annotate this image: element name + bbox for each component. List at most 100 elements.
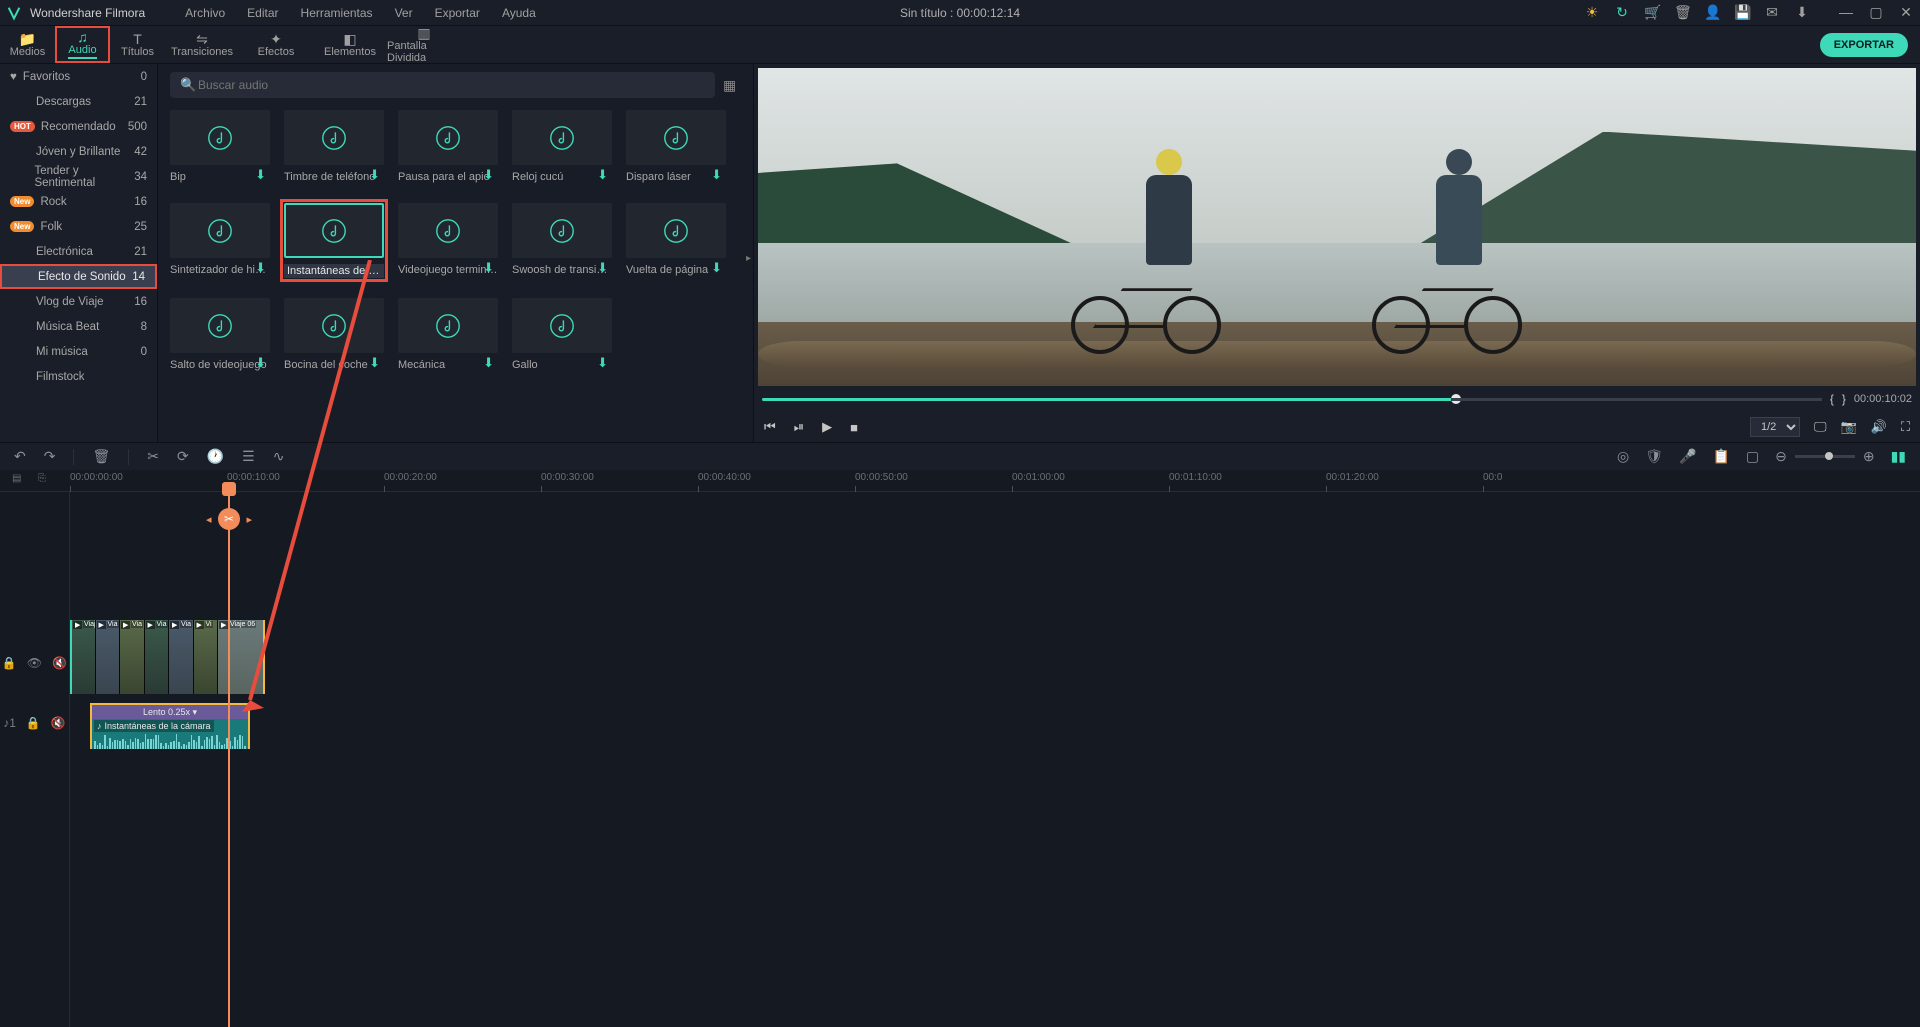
menu-editar[interactable]: Editar: [247, 6, 278, 20]
eye-icon[interactable]: 👁: [27, 656, 42, 670]
audio-track-header[interactable]: ♪1 🔒 🔇: [0, 700, 69, 746]
tab-medios[interactable]: 📁Medios: [0, 26, 55, 63]
sidebar-item-rock[interactable]: NewRock16: [0, 189, 157, 214]
download-icon[interactable]: ⬇: [711, 260, 722, 276]
menu-archivo[interactable]: Archivo: [185, 6, 225, 20]
target-icon[interactable]: ◎: [1617, 448, 1629, 465]
tab-audio[interactable]: ♫Audio: [55, 26, 110, 63]
download-icon[interactable]: ⬇: [597, 167, 608, 183]
sidebar-item-música-beat[interactable]: Música Beat8: [0, 314, 157, 339]
audio-wave-icon[interactable]: ∿: [273, 448, 285, 465]
audio-thumb[interactable]: ⬇: [626, 110, 726, 165]
stop-icon[interactable]: ⏯: [794, 419, 804, 435]
download-icon[interactable]: ⬇: [483, 355, 494, 371]
lock2-icon[interactable]: 🔒: [26, 716, 41, 730]
preview-video[interactable]: [758, 68, 1916, 386]
save-icon[interactable]: 💾: [1734, 4, 1750, 21]
video-clip[interactable]: Via: [95, 620, 120, 694]
sidebar-item-favoritos[interactable]: ♥Favoritos0: [0, 64, 157, 89]
video-clip[interactable]: Viaj: [70, 620, 95, 694]
maximize-icon[interactable]: ▢: [1868, 4, 1884, 21]
audio-thumb[interactable]: ⬇: [512, 110, 612, 165]
redo-icon[interactable]: ↷: [44, 448, 56, 465]
download-icon[interactable]: ⬇: [255, 167, 266, 183]
sidebar-item-recomendado[interactable]: HOTRecomendado500: [0, 114, 157, 139]
delete-icon[interactable]: 🗑: [1674, 4, 1690, 21]
video-track-header[interactable]: 🔒 👁 🔇: [0, 626, 69, 700]
download-icon[interactable]: ⬇: [255, 355, 266, 371]
audio-thumb[interactable]: ⬇: [512, 298, 612, 353]
audio-item[interactable]: ⬇Gallo: [512, 298, 612, 371]
audio-thumb[interactable]: [284, 203, 384, 258]
audio-item[interactable]: ⬇Videojuego terminado: [398, 203, 498, 278]
bracket-in-icon[interactable]: {: [1830, 392, 1834, 406]
zoom-slider[interactable]: [1795, 455, 1855, 458]
volume-icon[interactable]: 🔊: [1871, 419, 1887, 435]
cut-icon[interactable]: ✂: [147, 448, 159, 465]
tab-transiciones[interactable]: ⇋Transiciones: [165, 26, 239, 63]
audio-clip[interactable]: Lento 0.25x ▾ ♪Instantáneas de la cámara: [90, 703, 250, 749]
sidebar-item-mi-música[interactable]: Mi música0: [0, 339, 157, 364]
close-icon[interactable]: ✕: [1898, 4, 1914, 21]
audio-thumb[interactable]: ⬇: [398, 110, 498, 165]
sun-icon[interactable]: ☀: [1584, 4, 1600, 21]
video-clip[interactable]: Vi: [193, 620, 218, 694]
video-clip[interactable]: Via: [119, 620, 144, 694]
adjust-icon[interactable]: ☰: [242, 448, 255, 465]
tab-pantalla-dividida[interactable]: ▥Pantalla Dividida: [387, 26, 461, 63]
account-icon[interactable]: 👤: [1704, 4, 1720, 21]
audio-thumb[interactable]: ⬇: [398, 298, 498, 353]
notes-icon[interactable]: 📋: [1712, 448, 1729, 465]
fit-icon[interactable]: ▮▮: [1891, 448, 1906, 465]
audio-thumb[interactable]: ⬇: [512, 203, 612, 258]
video-clip[interactable]: Viaje 06: [217, 620, 265, 694]
minimize-icon[interactable]: —: [1838, 4, 1854, 21]
display-icon[interactable]: 🖵: [1814, 419, 1827, 435]
audio-item[interactable]: ⬇Disparo láser: [626, 110, 726, 183]
sidebar-item-folk[interactable]: NewFolk25: [0, 214, 157, 239]
speed-icon[interactable]: ⟳: [177, 448, 189, 465]
marker-icon[interactable]: ▢: [1746, 448, 1759, 465]
video-track[interactable]: ViajViaViaViaViaViViaje 06: [70, 620, 265, 694]
download-icon[interactable]: ⬇: [369, 355, 380, 371]
audio-item[interactable]: ⬇Pausa para el apio: [398, 110, 498, 183]
download-icon[interactable]: ⬇: [1794, 4, 1810, 21]
cart-icon[interactable]: 🛒: [1644, 4, 1660, 21]
shield-icon[interactable]: 🛡: [1645, 448, 1663, 465]
undo-icon[interactable]: ↶: [14, 448, 26, 465]
audio-item[interactable]: ⬇Mecánica: [398, 298, 498, 371]
timeline-menu-icon[interactable]: ▤: [12, 473, 21, 484]
prev-frame-icon[interactable]: ⏮: [764, 419, 776, 435]
audio-speed-label[interactable]: Lento 0.25x ▾: [92, 705, 248, 719]
sidebar-item-efecto-de-sonido[interactable]: Efecto de Sonido14: [0, 264, 157, 289]
search-input[interactable]: [170, 72, 715, 98]
menu-ayuda[interactable]: Ayuda: [502, 6, 536, 20]
playhead[interactable]: ✂: [228, 492, 230, 1027]
audio-thumb[interactable]: ⬇: [170, 298, 270, 353]
tab-elementos[interactable]: ◧Elementos: [313, 26, 387, 63]
sidebar-item-filmstock[interactable]: Filmstock: [0, 364, 157, 389]
audio-item[interactable]: ⬇Salto de videojuego: [170, 298, 270, 371]
fullscreen-icon[interactable]: ⛶: [1901, 419, 1910, 435]
sidebar-item-jóven-y-brillante[interactable]: Jóven y Brillante42: [0, 139, 157, 164]
video-clip[interactable]: Via: [168, 620, 193, 694]
lock-icon[interactable]: 🔒: [2, 656, 17, 670]
scrub-knob[interactable]: [1451, 394, 1461, 404]
menu-herramientas[interactable]: Herramientas: [301, 6, 373, 20]
zoom-in-icon[interactable]: ⊕: [1863, 448, 1875, 465]
audio-item[interactable]: ⬇Swoosh de transición: [512, 203, 612, 278]
mail-icon[interactable]: ✉: [1764, 4, 1780, 21]
download-icon[interactable]: ⬇: [597, 260, 608, 276]
scrub-bar[interactable]: [762, 398, 1822, 401]
download-icon[interactable]: ⬇: [597, 355, 608, 371]
sidebar-item-electrónica[interactable]: Electrónica21: [0, 239, 157, 264]
audio-item[interactable]: ⬇Bocina del coche: [284, 298, 384, 371]
audio-thumb[interactable]: ⬇: [398, 203, 498, 258]
audio-item[interactable]: ⬇Reloj cucú: [512, 110, 612, 183]
tab-títulos[interactable]: TTítulos: [110, 26, 165, 63]
timeline-link-icon[interactable]: ⎘: [38, 473, 46, 484]
preview-ratio-select[interactable]: 1/2: [1750, 417, 1800, 437]
sidebar-item-vlog-de-viaje[interactable]: Vlog de Viaje16: [0, 289, 157, 314]
scissors-icon[interactable]: ✂: [218, 508, 240, 530]
timeline-tracks[interactable]: ✂ ViajViaViaViaViaViViaje 06 Lento 0.25x…: [70, 492, 1920, 1027]
